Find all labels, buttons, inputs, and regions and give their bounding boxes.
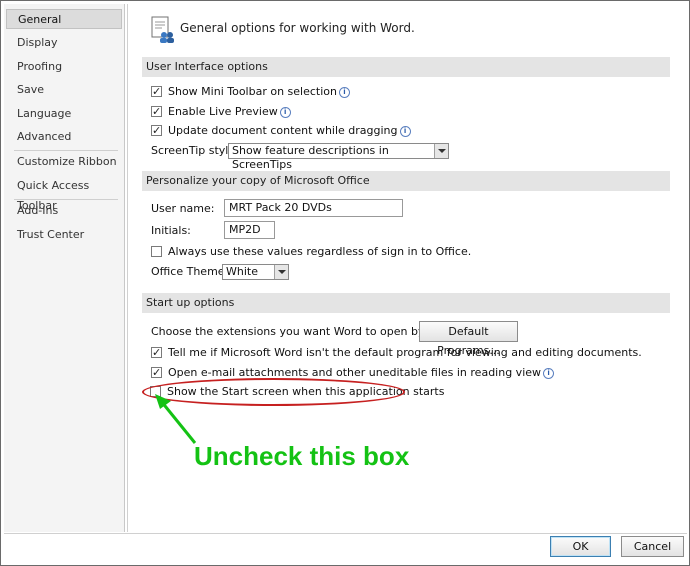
chevron-down-icon[interactable] [434, 144, 448, 158]
sidebar-item-save[interactable]: Save [6, 80, 122, 100]
initials-field[interactable]: MP2D [224, 221, 275, 239]
chevron-down-icon[interactable] [274, 265, 288, 279]
always-use-checkbox[interactable] [151, 246, 162, 257]
ok-button[interactable]: OK [550, 536, 611, 557]
screentip-label: ScreenTip style: [151, 144, 239, 157]
sidebar-item-label: Save [17, 83, 45, 96]
live-preview-checkbox[interactable] [151, 103, 162, 121]
office-theme-select[interactable]: White [222, 264, 289, 280]
sidebar-item-proofing[interactable]: Proofing [6, 57, 122, 77]
annotation-text: Uncheck this box [194, 441, 410, 471]
username-label: User name: [151, 202, 215, 215]
default-programs-button[interactable]: Default Programs... [419, 321, 518, 357]
always-use-label: Always use these values regardless of si… [168, 245, 472, 258]
username-field[interactable]: MRT Pack 20 DVDs [224, 199, 403, 217]
sidebar-item-label: General [18, 13, 62, 26]
sidebar-item-label: Customize Ribbon [17, 155, 117, 168]
update-content-checkbox[interactable] [151, 122, 162, 140]
section-header-ui-options: User Interface options [142, 57, 670, 77]
general-options-icon [151, 16, 174, 43]
sidebar-item-advanced[interactable]: Advanced [6, 127, 122, 147]
info-icon[interactable]: i [399, 126, 411, 137]
sidebar: General Display Proofing Save Language A… [4, 4, 125, 532]
sidebar-item-label: Language [17, 107, 72, 120]
screentip-style-select[interactable]: Show feature descriptions in ScreenTips [228, 143, 449, 171]
info-icon[interactable]: i [279, 107, 291, 118]
initials-label: Initials: [151, 224, 191, 237]
screentip-row: ScreenTip style: [151, 142, 239, 160]
sidebar-item-general[interactable]: General [6, 9, 122, 29]
sidebar-item-display[interactable]: Display [6, 33, 122, 53]
live-preview-label-wrap: Enable Live Preview i [168, 103, 291, 121]
sidebar-item-language[interactable]: Language [6, 104, 122, 124]
word-options-dialog: General Display Proofing Save Language A… [0, 0, 690, 566]
sidebar-item-label: Display [17, 36, 58, 49]
mini-toolbar-checkbox[interactable] [151, 83, 162, 101]
info-icon[interactable]: i [543, 368, 555, 379]
info-icon[interactable]: i [339, 87, 350, 98]
mini-toolbar-label: Show Mini Toolbar on selection [168, 85, 337, 98]
sidebar-item-add-ins[interactable]: Add-Ins [6, 201, 122, 221]
section-header-startup: Start up options [142, 293, 670, 313]
mini-toolbar-label-wrap: Show Mini Toolbar on selection i [168, 83, 350, 101]
sidebar-item-customize-ribbon[interactable]: Customize Ribbon [6, 152, 122, 172]
sidebar-item-label: Advanced [17, 130, 72, 143]
sidebar-item-label: Add-Ins [17, 204, 59, 217]
screentip-style-value: Show feature descriptions in ScreenTips [232, 144, 389, 171]
sidebar-divider [14, 199, 118, 200]
sidebar-item-quick-access-toolbar[interactable]: Quick Access Toolbar [6, 176, 122, 212]
tell-me-checkbox[interactable] [151, 344, 162, 362]
update-content-label-wrap: Update document content while dragging i [168, 122, 411, 140]
office-theme-label: Office Theme: [151, 265, 229, 278]
office-theme-value: White [226, 265, 258, 278]
open-email-label: Open e-mail attachments and other unedit… [168, 366, 542, 379]
sidebar-item-label: Trust Center [17, 228, 85, 241]
sidebar-item-label: Proofing [17, 60, 63, 73]
footer-divider [4, 533, 687, 534]
tell-me-label: Tell me if Microsoft Word isn't the defa… [168, 346, 642, 359]
sidebar-item-trust-center[interactable]: Trust Center [6, 225, 122, 245]
page-title: General options for working with Word. [180, 21, 415, 35]
sidebar-divider [14, 150, 118, 151]
cancel-button[interactable]: Cancel [621, 536, 684, 557]
open-email-checkbox[interactable] [151, 364, 162, 382]
live-preview-label: Enable Live Preview [168, 105, 278, 118]
section-header-personalize: Personalize your copy of Microsoft Offic… [142, 171, 670, 191]
update-content-label: Update document content while dragging [168, 124, 398, 137]
